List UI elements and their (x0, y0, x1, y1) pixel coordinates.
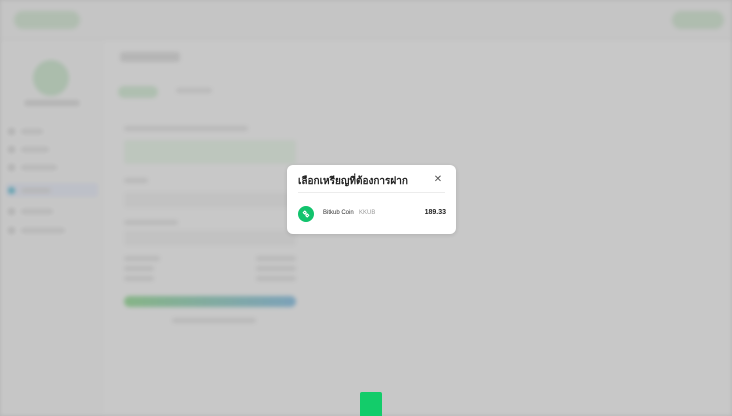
coin-option-kkub[interactable]: Bitkub Coin KKUB 189.33 (293, 202, 450, 226)
select-coin-modal: เลือกเหรียญที่ต้องการฝาก ✕ Bitkub Coin K… (287, 165, 456, 234)
bitkub-coin-glyph (302, 210, 310, 218)
bitkub-coin-icon (298, 206, 314, 222)
modal-divider (298, 192, 445, 193)
coin-balance: 189.33 (424, 209, 446, 216)
modal-title: เลือกเหรียญที่ต้องการฝาก (298, 176, 408, 187)
close-icon[interactable]: ✕ (433, 175, 443, 185)
coin-symbol: KKUB (359, 210, 376, 216)
bottom-tab-indicator[interactable] (360, 392, 382, 416)
coin-name: Bitkub Coin (323, 210, 354, 216)
